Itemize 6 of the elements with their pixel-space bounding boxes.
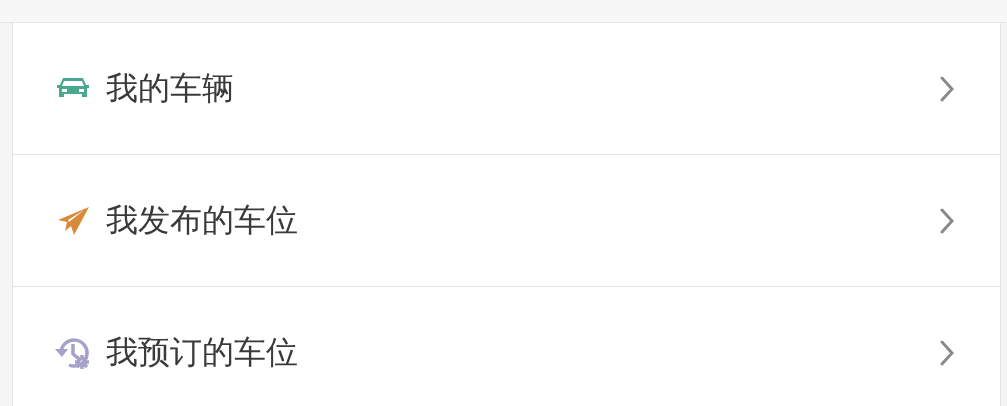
chevron-right-icon (940, 339, 954, 366)
chevron-right-icon (940, 75, 954, 102)
menu-label: 我的车辆 (106, 67, 235, 109)
menu-label: 我预订的车位 (106, 331, 299, 373)
menu-label: 我发布的车位 (106, 199, 299, 241)
chevron-right-icon (940, 207, 954, 234)
